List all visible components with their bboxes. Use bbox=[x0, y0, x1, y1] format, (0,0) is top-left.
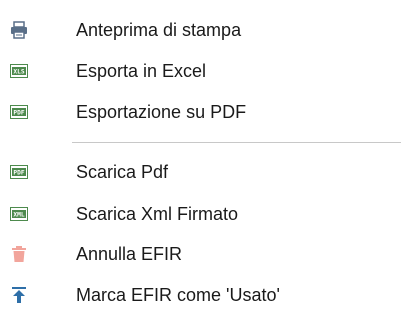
menu-item-download-pdf[interactable]: PDF Scarica Pdf bbox=[0, 153, 401, 191]
menu-item-cancel-efir[interactable]: Annulla EFIR bbox=[0, 235, 401, 273]
menu-item-print-preview[interactable]: Anteprima di stampa bbox=[0, 11, 401, 49]
menu-item-label: Anteprima di stampa bbox=[76, 19, 242, 40]
menu-item-label: Marca EFIR come 'Usato' bbox=[76, 284, 280, 305]
upload-arrow-icon bbox=[10, 286, 28, 304]
context-menu: Anteprima di stampa XLS Esporta in Excel… bbox=[0, 0, 401, 320]
menu-item-label: Esportazione su PDF bbox=[76, 101, 247, 122]
menu-item-export-pdf[interactable]: PDF Esportazione su PDF bbox=[0, 93, 401, 131]
icon-text: XML bbox=[13, 212, 24, 219]
icon-text: PDF bbox=[13, 170, 24, 177]
icon-text: PDF bbox=[13, 110, 24, 117]
menu-item-mark-efir-used[interactable]: Marca EFIR come 'Usato' bbox=[0, 276, 401, 314]
xml-file-icon: XML bbox=[10, 205, 28, 223]
menu-item-label: Scarica Xml Firmato bbox=[76, 203, 239, 224]
pdf-file-icon: PDF bbox=[10, 163, 28, 181]
menu-item-label: Scarica Pdf bbox=[76, 161, 169, 182]
menu-item-label: Esporta in Excel bbox=[76, 60, 207, 81]
menu-item-download-signed-xml[interactable]: XML Scarica Xml Firmato bbox=[0, 195, 401, 233]
icon-text: XLS bbox=[13, 69, 24, 76]
xls-file-icon: XLS bbox=[10, 62, 28, 80]
menu-item-label: Annulla EFIR bbox=[76, 243, 183, 264]
trash-icon bbox=[10, 245, 28, 263]
pdf-file-icon: PDF bbox=[10, 103, 28, 121]
menu-separator bbox=[72, 142, 401, 143]
menu-item-export-excel[interactable]: XLS Esporta in Excel bbox=[0, 52, 401, 90]
printer-icon bbox=[10, 21, 28, 39]
